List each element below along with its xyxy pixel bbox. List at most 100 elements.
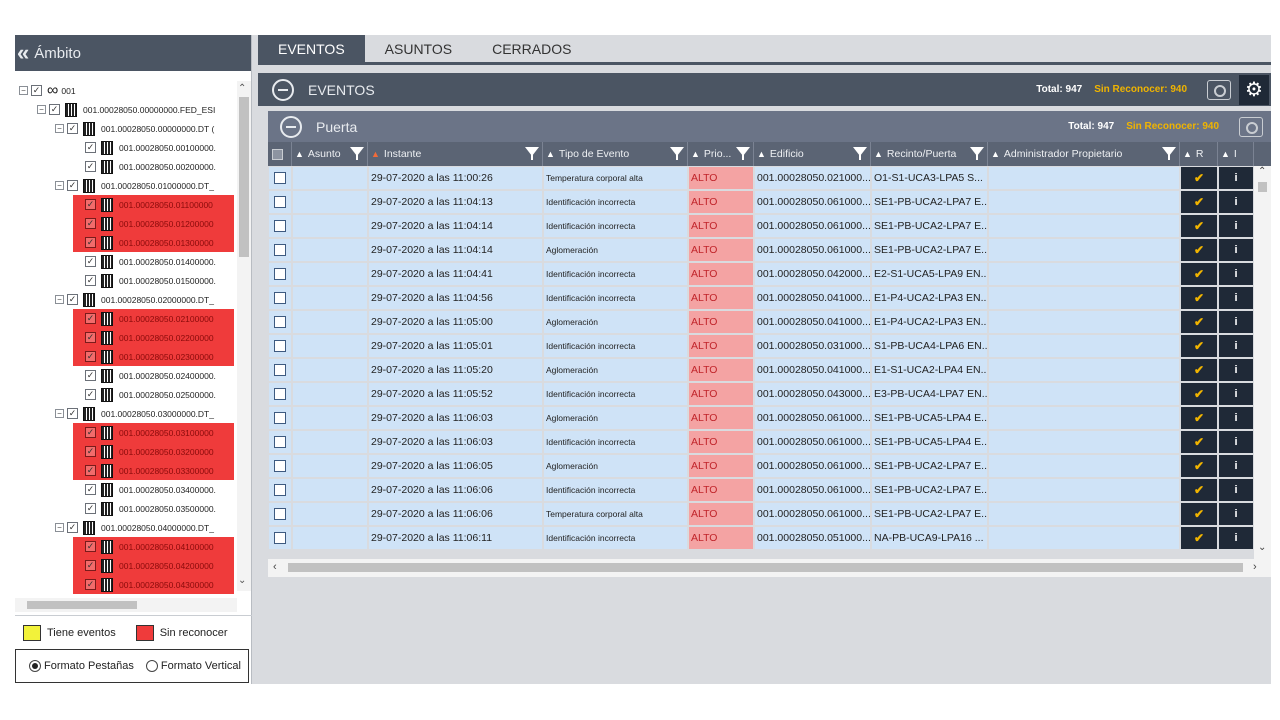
tree-item[interactable]: ✓ 001.00028050.00200000.: [73, 157, 234, 176]
tree-item[interactable]: ✓ 001.00028050.03500000.: [73, 499, 234, 518]
tree-item[interactable]: ✓ 001.00028050.01300000: [73, 233, 234, 252]
col-tipo-evento[interactable]: ▲ Tipo de Evento: [543, 142, 688, 166]
table-row[interactable]: 29-07-2020 a las 11:05:52 Identificación …: [268, 382, 1254, 406]
row-checkbox[interactable]: [274, 172, 286, 184]
tree-item[interactable]: − ✓ 001.00028050.00000000.DT (: [55, 119, 234, 138]
sort-icon[interactable]: ▲: [1183, 149, 1192, 159]
table-row[interactable]: 29-07-2020 a las 11:04:41 Identificación …: [268, 262, 1254, 286]
info-icon[interactable]: i: [1219, 359, 1253, 381]
tree-checkbox[interactable]: ✓: [31, 85, 42, 96]
check-icon[interactable]: ✔: [1181, 359, 1217, 381]
tree-item[interactable]: ✓ 001.00028050.03200000: [73, 442, 234, 461]
tree-checkbox[interactable]: ✓: [67, 123, 78, 134]
info-icon[interactable]: i: [1219, 479, 1253, 501]
table-row[interactable]: 29-07-2020 a las 11:05:20 Aglomeración ALT…: [268, 358, 1254, 382]
tree-checkbox[interactable]: ✓: [67, 522, 78, 533]
tree-item[interactable]: ✓ 001.00028050.02400000.: [73, 366, 234, 385]
sort-icon[interactable]: ▲: [371, 149, 380, 159]
scroll-thumb[interactable]: [1258, 182, 1267, 192]
format-tabs-radio[interactable]: [29, 660, 41, 672]
tree-checkbox[interactable]: ✓: [85, 446, 96, 457]
tree-checkbox[interactable]: ✓: [85, 503, 96, 514]
tree-checkbox[interactable]: ✓: [85, 237, 96, 248]
row-checkbox[interactable]: [274, 292, 286, 304]
row-checkbox[interactable]: [274, 412, 286, 424]
scroll-down-icon[interactable]: ⌄: [1258, 542, 1266, 553]
filter-icon[interactable]: [670, 147, 684, 160]
tree-vertical-scrollbar[interactable]: ⌃ ⌄: [237, 81, 251, 591]
check-icon[interactable]: ✔: [1181, 239, 1217, 261]
scroll-down-icon[interactable]: ⌄: [238, 575, 246, 586]
check-icon[interactable]: ✔: [1181, 215, 1217, 237]
filter-icon[interactable]: [853, 147, 867, 160]
sort-icon[interactable]: ▲: [691, 149, 700, 159]
row-checkbox[interactable]: [274, 244, 286, 256]
scroll-left-icon[interactable]: ‹: [273, 561, 277, 573]
sort-icon[interactable]: ▲: [546, 149, 555, 159]
sort-icon[interactable]: ▲: [1221, 149, 1230, 159]
info-icon[interactable]: i: [1219, 215, 1253, 237]
col-instante[interactable]: ▲ Instante: [368, 142, 543, 166]
row-checkbox[interactable]: [274, 268, 286, 280]
tree-checkbox[interactable]: ✓: [85, 579, 96, 590]
col-administrador[interactable]: ▲ Administrador Propietario: [988, 142, 1180, 166]
info-icon[interactable]: i: [1219, 527, 1253, 549]
tree-item[interactable]: ✓ 001.00028050.03100000: [73, 423, 234, 442]
sort-icon[interactable]: ▲: [757, 149, 766, 159]
acknowledge-all-icon[interactable]: [1207, 79, 1231, 100]
tree-item[interactable]: ✓ 001.00028050.01400000.: [73, 252, 234, 271]
filter-icon[interactable]: [1162, 147, 1176, 160]
tree-item[interactable]: ✓ 001.00028050.04200000: [73, 556, 234, 575]
gear-icon[interactable]: ⚙: [1239, 74, 1269, 105]
tree-checkbox[interactable]: ✓: [85, 560, 96, 571]
filter-icon[interactable]: [736, 147, 750, 160]
row-checkbox[interactable]: [274, 508, 286, 520]
check-icon[interactable]: ✔: [1181, 263, 1217, 285]
tree-item[interactable]: ✓ 001.00028050.02100000: [73, 309, 234, 328]
collapse-node-icon[interactable]: −: [55, 295, 64, 304]
table-row[interactable]: 29-07-2020 a las 11:04:14 Identificación …: [268, 214, 1254, 238]
check-icon[interactable]: ✔: [1181, 431, 1217, 453]
check-icon[interactable]: ✔: [1181, 287, 1217, 309]
info-icon[interactable]: i: [1219, 503, 1253, 525]
tree-checkbox[interactable]: ✓: [85, 541, 96, 552]
info-icon[interactable]: i: [1219, 455, 1253, 477]
sort-icon[interactable]: ▲: [295, 149, 304, 159]
info-icon[interactable]: i: [1219, 383, 1253, 405]
collapse-node-icon[interactable]: −: [37, 105, 46, 114]
table-row[interactable]: 29-07-2020 a las 11:00:26 Temperatura cor…: [268, 166, 1254, 190]
table-row[interactable]: 29-07-2020 a las 11:04:14 Aglomeración ALT…: [268, 238, 1254, 262]
filter-icon[interactable]: [970, 147, 984, 160]
tree-item[interactable]: − ✓ 001.00028050.03000000.DT_: [55, 404, 234, 423]
scroll-up-icon[interactable]: ⌃: [238, 83, 246, 94]
collapse-node-icon[interactable]: −: [19, 86, 28, 95]
table-row[interactable]: 29-07-2020 a las 11:04:56 Identificación …: [268, 286, 1254, 310]
tree-item[interactable]: ✓ 001.00028050.01200000: [73, 214, 234, 233]
table-row[interactable]: 29-07-2020 a las 11:06:06 Identificación …: [268, 478, 1254, 502]
row-checkbox[interactable]: [274, 532, 286, 544]
tree-item[interactable]: ✓ 001.00028050.02500000.: [73, 385, 234, 404]
tree-checkbox[interactable]: ✓: [85, 142, 96, 153]
tree-item[interactable]: − ✓ 001.00028050.00000000.FED_ESI: [37, 100, 234, 119]
collapse-node-icon[interactable]: −: [55, 124, 64, 133]
tree-item[interactable]: ✓ 001.00028050.03300000: [73, 461, 234, 480]
col-edificio[interactable]: ▲ Edificio: [754, 142, 871, 166]
scroll-up-icon[interactable]: ⌃: [1258, 166, 1266, 177]
collapse-node-icon[interactable]: −: [55, 409, 64, 418]
collapse-node-icon[interactable]: −: [55, 181, 64, 190]
tree-checkbox[interactable]: ✓: [85, 332, 96, 343]
table-row[interactable]: 29-07-2020 a las 11:06:11 Identificación …: [268, 526, 1254, 550]
info-icon[interactable]: i: [1219, 311, 1253, 333]
table-row[interactable]: 29-07-2020 a las 11:06:06 Temperatura cor…: [268, 502, 1254, 526]
collapse-puerta-icon[interactable]: [280, 115, 302, 138]
table-row[interactable]: 29-07-2020 a las 11:06:03 Identificación …: [268, 430, 1254, 454]
col-prioridad[interactable]: ▲ Prio...: [688, 142, 754, 166]
check-icon[interactable]: ✔: [1181, 383, 1217, 405]
tree-item[interactable]: ✓ 001.00028050.01500000.: [73, 271, 234, 290]
check-icon[interactable]: ✔: [1181, 311, 1217, 333]
check-icon[interactable]: ✔: [1181, 503, 1217, 525]
check-icon[interactable]: ✔: [1181, 479, 1217, 501]
tree-horizontal-scrollbar[interactable]: [15, 598, 237, 612]
tree-item[interactable]: ✓ 001.00028050.03400000.: [73, 480, 234, 499]
sort-icon[interactable]: ▲: [991, 149, 1000, 159]
